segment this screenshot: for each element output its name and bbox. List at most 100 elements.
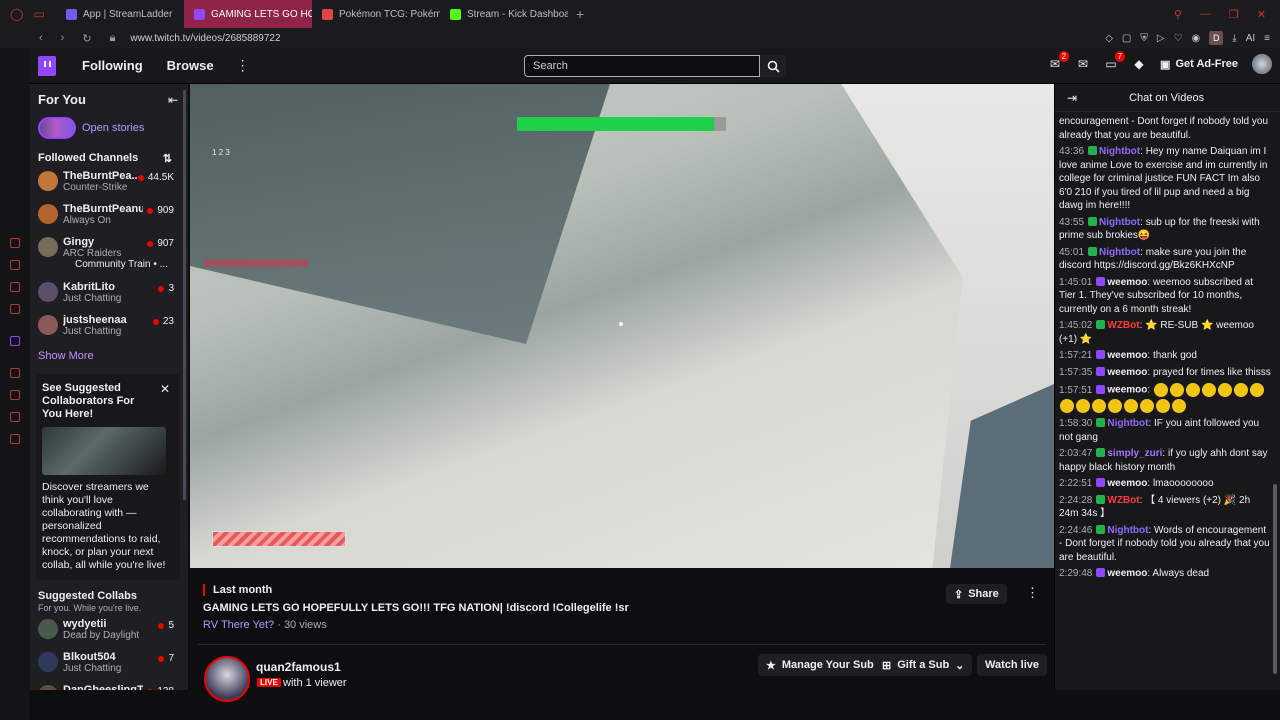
suggested-collab-item[interactable]: wydyetii Dead by Daylight 5 bbox=[30, 616, 188, 646]
followed-channel-item[interactable]: justsheenaa Just Chatting 23 bbox=[30, 312, 188, 342]
sidebar-app-icon[interactable] bbox=[10, 412, 20, 422]
bookmark-icon[interactable]: ◇ bbox=[1105, 33, 1113, 44]
category-link[interactable]: RV There Yet? bbox=[203, 619, 274, 631]
viewer-count: 907 bbox=[147, 238, 174, 249]
streamer-name[interactable]: quan2famous1 bbox=[256, 660, 341, 674]
download-icon[interactable]: ⤓ bbox=[1232, 33, 1236, 44]
sidebar-app-icon[interactable] bbox=[10, 238, 20, 248]
screenshot-icon[interactable]: ▢ bbox=[1122, 33, 1131, 44]
heart-icon[interactable]: ♡ bbox=[1174, 33, 1183, 44]
followed-channel-item[interactable]: Gingy ARC Raiders Community Train • ... 907 bbox=[30, 234, 188, 276]
chat-username[interactable]: Nightbot bbox=[1107, 525, 1148, 536]
minimize-icon[interactable]: — bbox=[1200, 8, 1211, 21]
twitch-app-icon[interactable] bbox=[10, 336, 20, 346]
menu-icon[interactable]: ≡ bbox=[1264, 33, 1270, 44]
search-button[interactable] bbox=[760, 55, 786, 77]
twitch-logo-icon[interactable] bbox=[38, 55, 56, 76]
bits-icon[interactable]: ◆ bbox=[1132, 57, 1146, 71]
play-icon[interactable]: ▷ bbox=[1157, 33, 1165, 44]
address-bar: ‹ › ↻ 🔒︎ www.twitch.tv/videos/2685889722… bbox=[0, 28, 1280, 48]
sidebar-app-icon[interactable] bbox=[10, 368, 20, 378]
suggest-card-image[interactable] bbox=[42, 427, 166, 475]
search-tabs-icon[interactable]: ⚲ bbox=[1174, 8, 1182, 21]
collapse-sidebar-icon[interactable]: ⇤ bbox=[168, 93, 178, 107]
chat-badge-icon bbox=[1088, 246, 1098, 256]
video-player[interactable]: 1 2 3 bbox=[190, 84, 1054, 568]
open-stories[interactable]: Open stories bbox=[38, 117, 180, 139]
reload-icon[interactable]: ↻ bbox=[73, 32, 100, 45]
sidebar-app-icon[interactable] bbox=[10, 282, 20, 292]
shield-icon[interactable]: ⛨ bbox=[1140, 33, 1148, 44]
chat-username[interactable]: Nightbot bbox=[1099, 217, 1140, 228]
chat-message: 2:24:28 WZBot: 【 4 viewers (+2) 🎉 2h 24m … bbox=[1059, 494, 1251, 519]
chat-username[interactable]: Nightbot bbox=[1107, 418, 1148, 429]
sidebar-app-icon[interactable] bbox=[10, 390, 20, 400]
channel-game: Just Chatting bbox=[63, 293, 122, 304]
followed-channel-item[interactable]: TheBurntPea... Counter-Strike 44.5K bbox=[30, 168, 188, 198]
chat-username[interactable]: weemoo bbox=[1107, 277, 1147, 288]
wallet-icon[interactable]: ◉ bbox=[1192, 33, 1201, 44]
tab-overview-icon[interactable]: ▭ bbox=[33, 7, 44, 21]
watch-live-button[interactable]: Watch live bbox=[977, 654, 1047, 676]
followed-channel-item[interactable]: TheBurntPeanu...Always On 909 bbox=[30, 201, 188, 231]
chat-timestamp: 1:58:30 bbox=[1059, 418, 1093, 429]
get-ad-free-button[interactable]: ▣ Get Ad-Free bbox=[1160, 58, 1238, 71]
browser-tab[interactable]: GAMING LETS GO HO bbox=[184, 0, 312, 28]
laughing-emote-icon bbox=[1156, 399, 1170, 413]
sidebar-app-icon[interactable] bbox=[10, 260, 20, 270]
sidebar-app-icon[interactable] bbox=[10, 304, 20, 314]
profile-avatar[interactable]: D bbox=[1209, 31, 1224, 45]
chat-badge-icon bbox=[1096, 320, 1106, 329]
maximize-icon[interactable]: ❐ bbox=[1229, 8, 1239, 21]
suggested-collab-item[interactable]: DanGheeslingTVAlways On128 bbox=[30, 682, 188, 690]
chat-username[interactable]: Nightbot bbox=[1099, 146, 1140, 157]
more-options-icon[interactable]: ⋮ bbox=[236, 57, 250, 74]
open-stories-link[interactable]: Open stories bbox=[82, 122, 144, 134]
show-more-link[interactable]: Show More bbox=[38, 350, 188, 362]
notifications-icon[interactable]: ▭ 7 bbox=[1104, 51, 1126, 71]
chat-username[interactable]: weemoo bbox=[1107, 350, 1147, 361]
collapse-chat-icon[interactable]: ⇥ bbox=[1067, 91, 1077, 105]
chat-timestamp: 45:01 bbox=[1059, 246, 1085, 258]
opera-logo-icon[interactable]: ◯ bbox=[10, 7, 23, 21]
chat-username[interactable]: weemoo bbox=[1107, 478, 1147, 489]
chevron-down-icon: ⌄ bbox=[955, 659, 965, 672]
share-button[interactable]: ⇪ Share bbox=[946, 584, 1007, 604]
settings-icon[interactable] bbox=[10, 434, 20, 444]
user-avatar[interactable] bbox=[1252, 54, 1272, 74]
search-input[interactable] bbox=[524, 55, 760, 77]
browser-menu[interactable]: ◯ ▭ bbox=[0, 7, 56, 21]
whispers-icon[interactable]: ✉ bbox=[1076, 57, 1090, 71]
chat-username[interactable]: simply_zuri bbox=[1107, 448, 1162, 459]
manage-sub-button[interactable]: ★ Manage Your Sub bbox=[758, 654, 882, 676]
prime-loot-icon[interactable]: ✉ 2 bbox=[1048, 51, 1070, 71]
followed-channel-item[interactable]: KabritLito Just Chatting 3 bbox=[30, 279, 188, 309]
nav-browse[interactable]: Browse bbox=[167, 58, 214, 73]
video-more-icon[interactable]: ⋮ bbox=[1026, 585, 1039, 601]
chat-username[interactable]: WZBot bbox=[1107, 495, 1139, 506]
browser-tab[interactable]: Pokémon TCG: Pokémon bbox=[312, 0, 440, 28]
left-sidebar: For You ⇤ Open stories Followed Channels… bbox=[30, 84, 188, 690]
chat-message: 2:03:47 simply_zuri: if yo ugly ahh dont … bbox=[1059, 448, 1268, 473]
streamer-avatar[interactable] bbox=[204, 656, 250, 702]
suggested-collab-item[interactable]: Blkout504 Just Chatting 7 bbox=[30, 649, 188, 679]
ai-button[interactable]: AI bbox=[1246, 33, 1255, 44]
back-icon[interactable]: ‹ bbox=[30, 32, 52, 44]
close-icon[interactable]: ✕ bbox=[160, 382, 170, 396]
chat-username[interactable]: WZBot bbox=[1107, 320, 1139, 331]
chat-username[interactable]: weemoo bbox=[1107, 367, 1147, 378]
gift-sub-button[interactable]: ⊞ Gift a Sub ⌄ bbox=[874, 654, 973, 676]
url-field[interactable]: www.twitch.tv/videos/2685889722 bbox=[130, 33, 280, 44]
browser-tab[interactable]: Stream - Kick Dashboard bbox=[440, 0, 568, 28]
chat-scrollbar[interactable] bbox=[1273, 484, 1277, 674]
forward-icon[interactable]: › bbox=[52, 32, 74, 44]
close-window-icon[interactable]: ✕ bbox=[1257, 8, 1266, 21]
nav-following[interactable]: Following bbox=[82, 58, 143, 73]
chat-username[interactable]: weemoo bbox=[1107, 568, 1147, 579]
sort-icon[interactable]: ⇅ bbox=[163, 152, 172, 165]
chat-username[interactable]: weemoo bbox=[1107, 385, 1147, 396]
new-tab-button[interactable]: + bbox=[568, 6, 592, 22]
chat-username[interactable]: Nightbot bbox=[1099, 247, 1140, 258]
tab-favicon-icon bbox=[450, 8, 461, 20]
browser-tab[interactable]: App | StreamLadder bbox=[56, 0, 184, 28]
